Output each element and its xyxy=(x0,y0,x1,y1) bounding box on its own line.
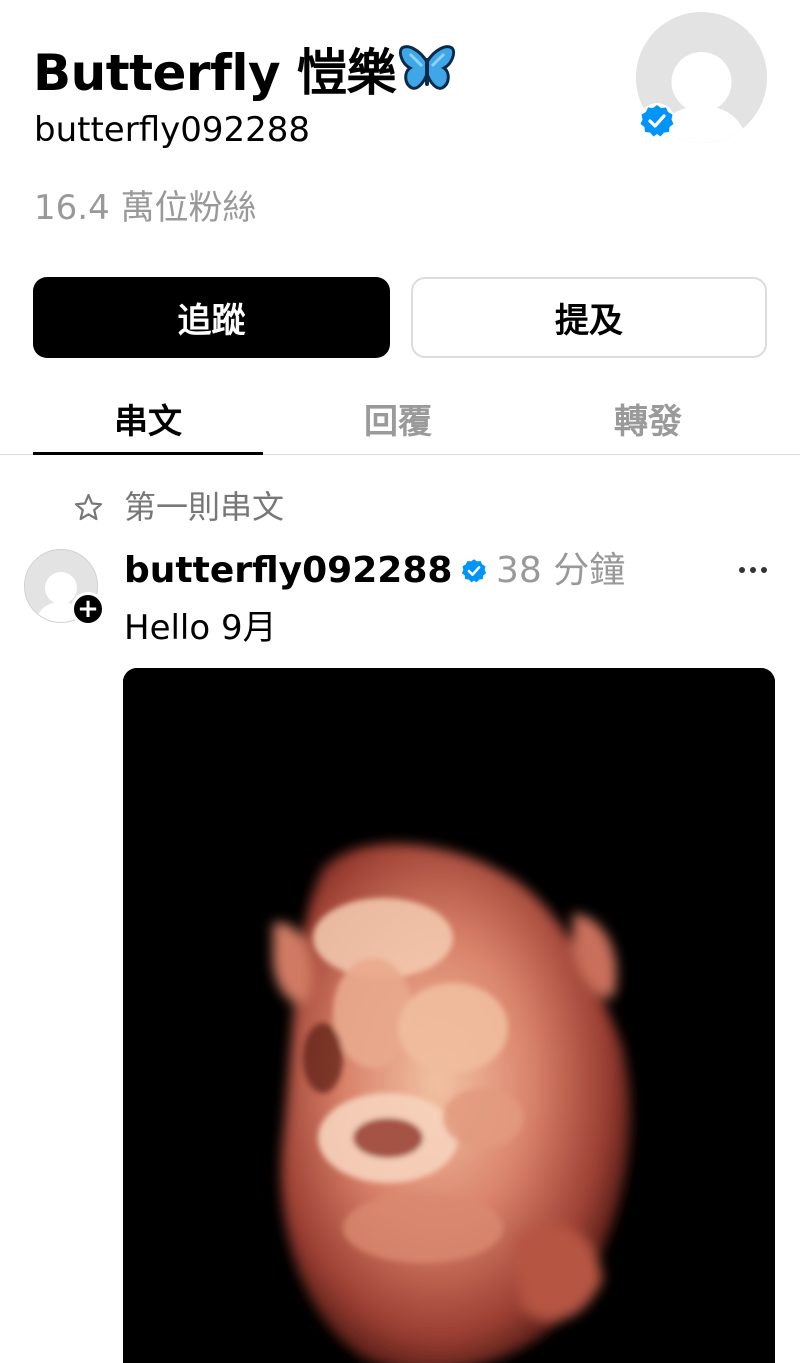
verified-badge-icon xyxy=(639,103,675,139)
tab-reposts[interactable]: 轉發 xyxy=(533,390,763,446)
follow-plus-button[interactable]: + xyxy=(71,592,105,626)
follow-button[interactable]: 追蹤 xyxy=(33,277,390,358)
more-horizontal-icon[interactable] xyxy=(738,566,768,574)
ultrasound-photo xyxy=(123,668,775,1363)
post-image-ultrasound[interactable] xyxy=(123,668,775,1363)
post-text: Hello 9月 xyxy=(124,608,277,648)
plus-icon: + xyxy=(77,594,99,624)
post-timestamp: 38 分鐘 xyxy=(496,550,626,591)
verified-badge-icon xyxy=(461,559,487,583)
butterfly-emoji-icon xyxy=(398,45,456,90)
pinned-post-label: 第一則串文 xyxy=(124,488,285,526)
tab-replies[interactable]: 回覆 xyxy=(283,390,513,446)
profile-page: Butterfly 愷樂 butterfly092288 16.4 萬位粉絲 追… xyxy=(0,0,800,1363)
active-tab-indicator xyxy=(33,452,263,455)
star-outline-icon xyxy=(74,493,103,521)
profile-display-name: Butterfly 愷樂 xyxy=(33,38,456,108)
profile-display-name-text: Butterfly 愷樂 xyxy=(33,44,396,102)
profile-username: butterfly092288 xyxy=(34,110,311,150)
mention-button[interactable]: 提及 xyxy=(411,277,767,358)
post-author-name[interactable]: butterfly092288 xyxy=(124,546,452,596)
tab-threads[interactable]: 串文 xyxy=(33,390,263,446)
follower-count[interactable]: 16.4 萬位粉絲 xyxy=(34,184,257,232)
